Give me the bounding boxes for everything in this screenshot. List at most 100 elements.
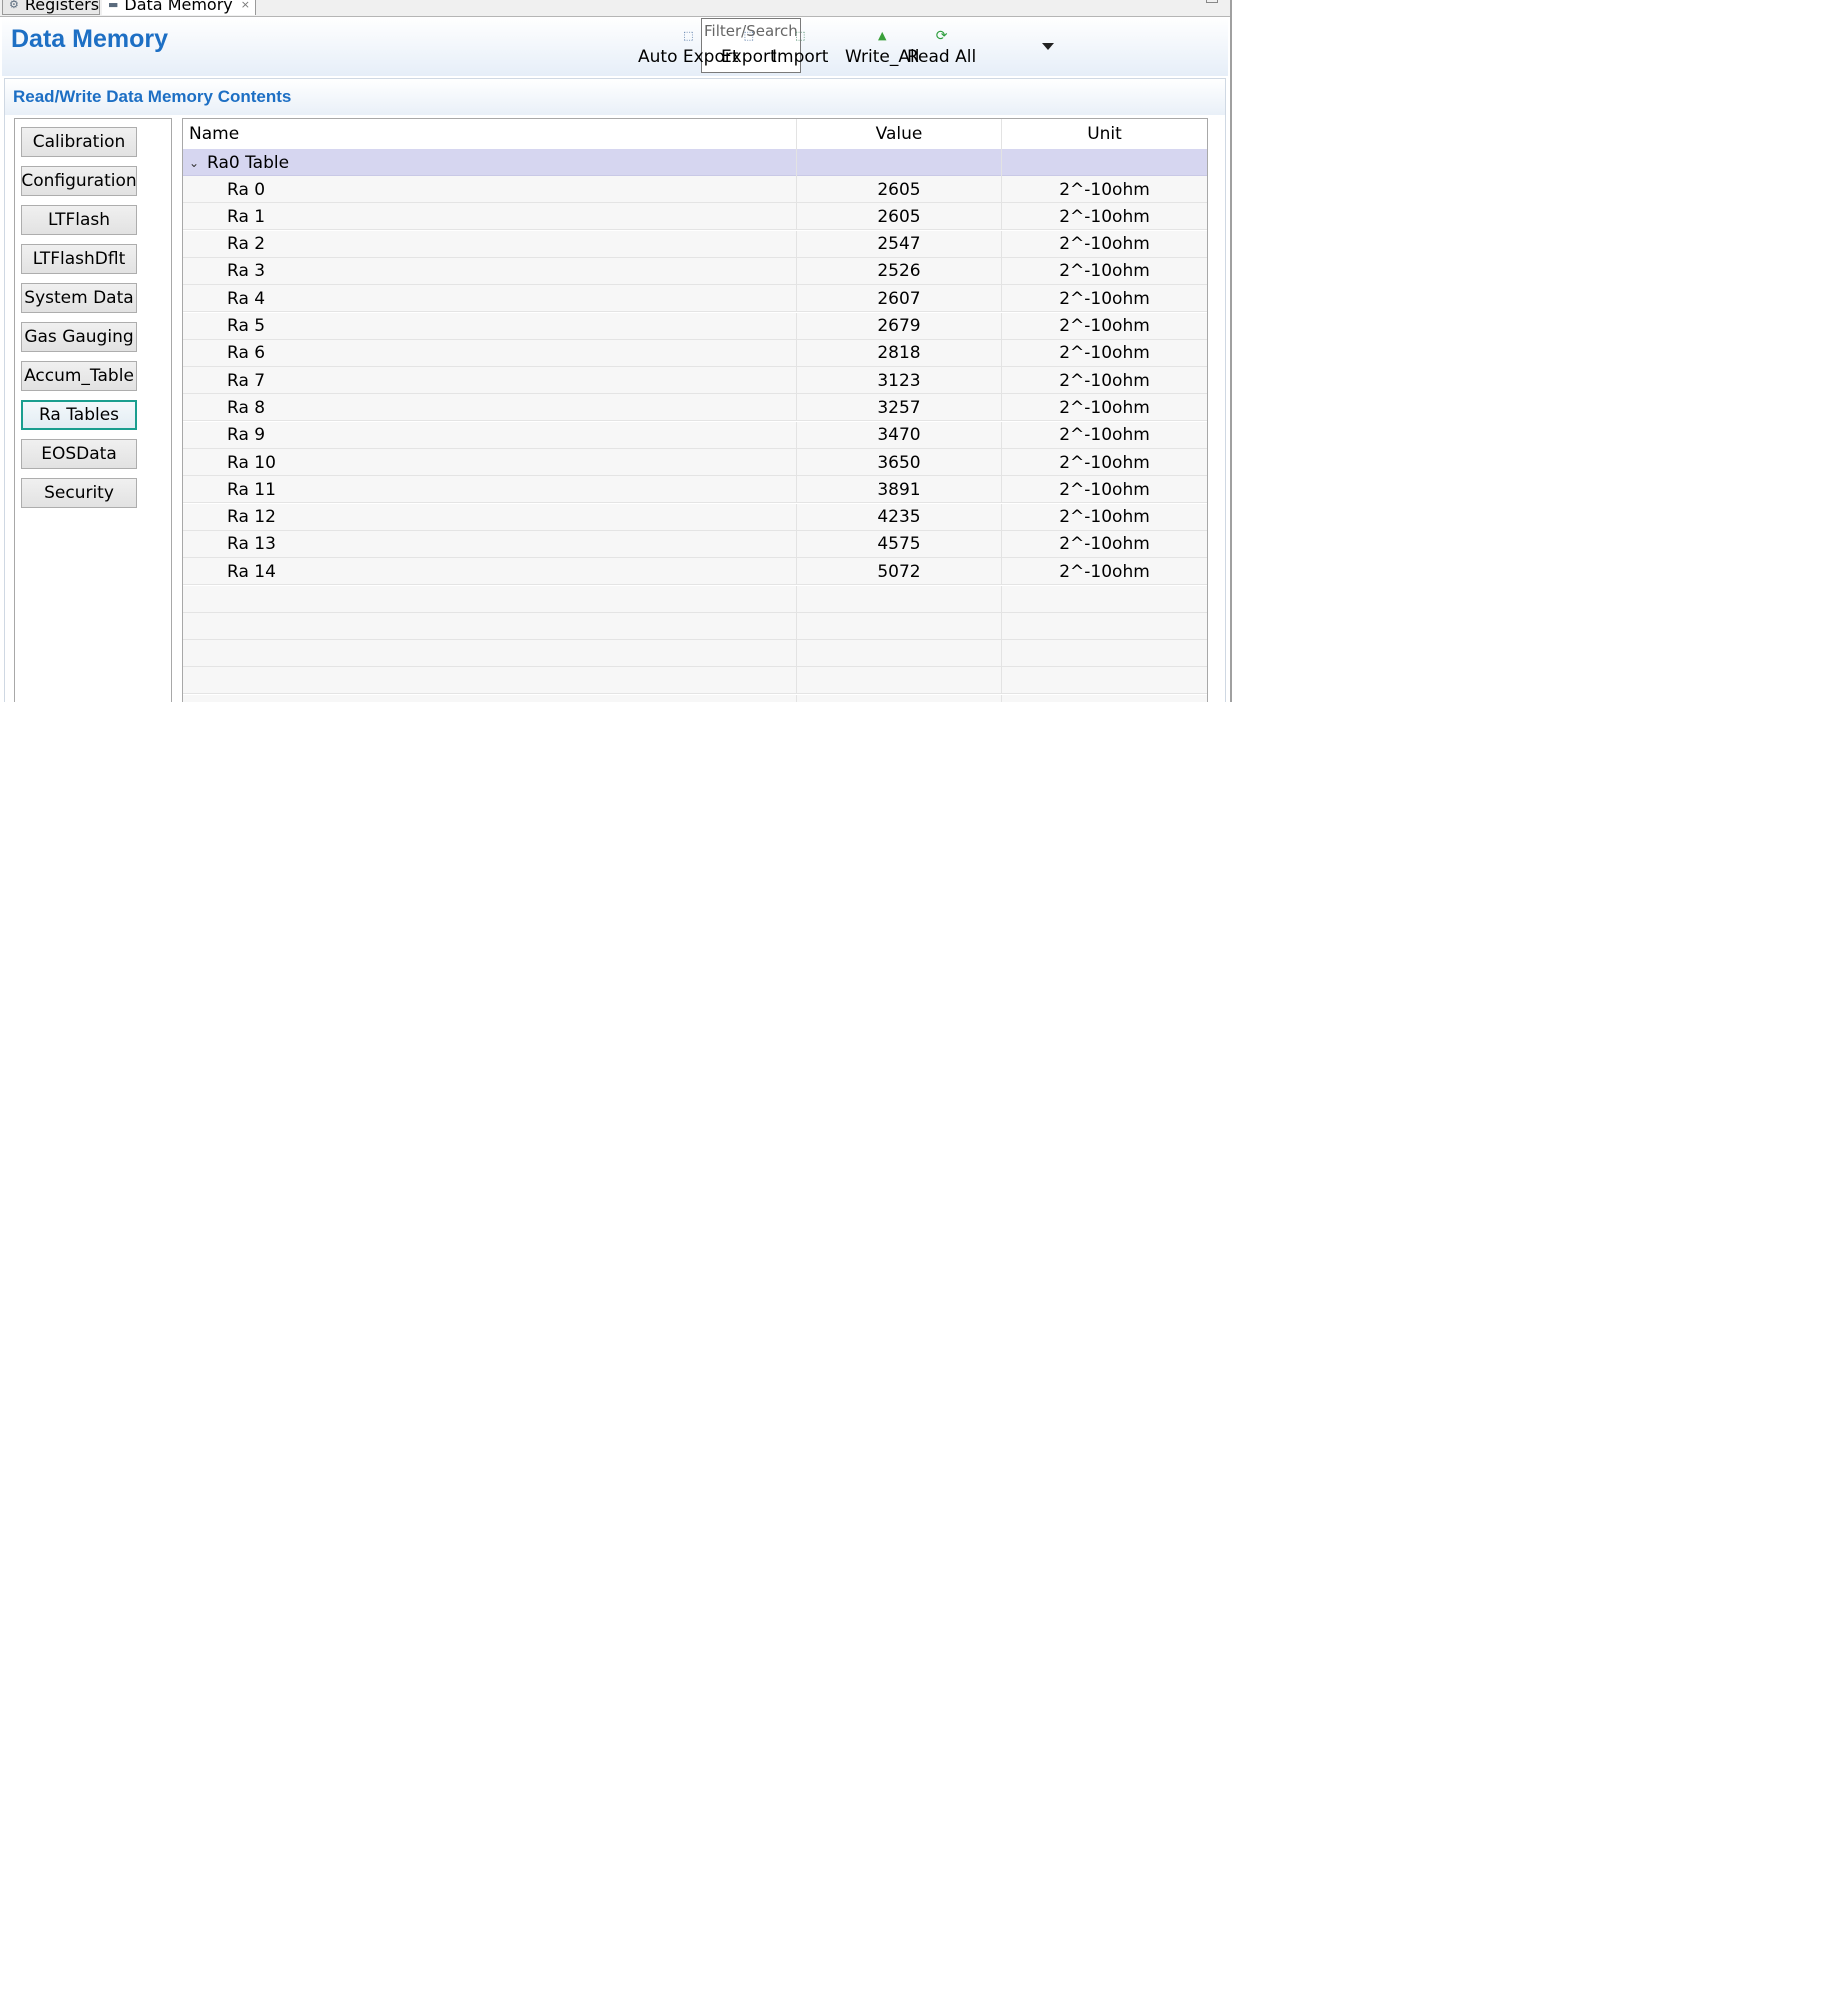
import-icon: ⬚ [795,29,806,42]
empty-cell [797,694,1002,702]
name-cell: Ra 3 [183,257,797,285]
sidebar-item-ltflash[interactable]: LTFlash [21,205,137,235]
empty-cell [183,694,797,702]
empty-cell [1002,613,1207,640]
read-all-button[interactable]: ⟳ Read All [907,23,976,67]
empty-row [183,667,1207,695]
name-cell: Ra 2 [183,230,797,258]
empty-cell [797,667,1002,695]
column-header-name[interactable]: Name [183,119,797,149]
empty-cell [183,612,797,640]
table-row[interactable]: Ra 13 4575 2^-10ohm [183,530,1207,558]
sidebar-item-system-data[interactable]: System Data [21,283,137,313]
name-cell: Ra 0 [183,176,797,203]
view-header: Data Memory Filter/Search ⬚ Auto Export … [2,17,1228,76]
empty-cell [1002,586,1207,613]
empty-row [183,612,1207,640]
empty-cell [797,640,1002,668]
unit-cell: 2^-10ohm [1059,452,1150,473]
close-icon[interactable]: × [241,0,250,11]
section-title: Read/Write Data Memory Contents [13,87,292,106]
export-button[interactable]: ⬚ Export [721,23,777,68]
value-cell[interactable]: 3123 [797,367,1002,395]
unit-cell: 2^-10ohm [1059,397,1150,418]
column-header-value[interactable]: Value [797,119,1002,149]
tab-data-memory[interactable]: ▬ Data Memory × [102,0,256,15]
table-row[interactable]: Ra 8 3257 2^-10ohm [183,394,1207,422]
page-title: Data Memory [11,25,168,53]
column-header-unit[interactable]: Unit [1002,119,1207,149]
import-button[interactable]: ⬚ Import [772,23,829,68]
name-cell: Ra 11 [183,476,797,504]
auto-export-icon: ⬚ [683,29,694,42]
value-cell[interactable]: 2605 [797,176,1002,203]
sidebar-item-ra-tables[interactable]: Ra Tables [21,400,137,430]
unit-cell: 2^-10ohm [1059,316,1150,336]
value-cell[interactable]: 4235 [797,503,1002,531]
table-row[interactable]: Ra 1 2605 2^-10ohm [183,203,1207,231]
unit-cell: 2^-10ohm [1059,561,1150,582]
import-dropdown-arrow-icon[interactable] [1042,43,1054,50]
value-cell[interactable]: 3257 [797,394,1002,422]
memory-icon: ▬ [108,0,119,11]
group-name-cell: ⌄ Ra0 Table [183,149,797,176]
unit-cell: 2^-10ohm [1059,261,1150,282]
unit-cell: 2^-10ohm [1059,206,1150,227]
table-row[interactable]: Ra 12 4235 2^-10ohm [183,503,1207,531]
table-row[interactable]: Ra 0 2605 2^-10ohm [183,176,1207,203]
sidebar-item-accum-table[interactable]: Accum_Table [21,361,137,391]
name-cell: Ra 8 [183,394,797,422]
export-icon: ⬚ [743,29,755,42]
name-cell: Ra 14 [183,558,797,586]
section-header: Read/Write Data Memory Contents [5,79,1225,115]
unit-cell: 2^-10ohm [1059,425,1150,446]
empty-cell [183,640,797,668]
table-row[interactable]: Ra 6 2818 2^-10ohm [183,339,1207,367]
minimize-icon[interactable] [1206,0,1218,3]
name-cell: Ra 6 [183,339,797,367]
name-cell: Ra 13 [183,530,797,558]
table-row[interactable]: Ra 3 2526 2^-10ohm [183,257,1207,285]
value-cell[interactable]: 2547 [797,230,1002,258]
empty-cell [1002,640,1207,667]
unit-cell: 2^-10ohm [1059,534,1150,555]
table-row[interactable]: Ra 2 2547 2^-10ohm [183,230,1207,258]
sidebar-item-calibration[interactable]: Calibration [21,127,137,157]
value-cell[interactable]: 4575 [797,530,1002,558]
table-row[interactable]: Ra 11 3891 2^-10ohm [183,476,1207,504]
unit-cell: 2^-10ohm [1059,370,1150,391]
value-cell[interactable]: 2679 [797,312,1002,340]
value-cell[interactable]: 3891 [797,476,1002,504]
table-row[interactable]: Ra 9 3470 2^-10ohm [183,421,1207,449]
chevron-down-icon[interactable]: ⌄ [189,156,207,170]
unit-cell: 2^-10ohm [1059,343,1150,364]
import-label: Import [772,47,829,67]
sidebar-item-eosdata[interactable]: EOSData [21,439,137,469]
name-cell: Ra 1 [183,203,797,231]
empty-cell [797,612,1002,640]
sidebar-item-ltflashdflt[interactable]: LTFlashDflt [21,244,137,274]
tab-registers[interactable]: ⚙ Registers [2,0,100,15]
table-group-row[interactable]: ⌄ Ra0 Table [183,149,1207,176]
table-row[interactable]: Ra 7 3123 2^-10ohm [183,367,1207,395]
sidebar-item-security[interactable]: Security [21,478,137,508]
value-cell[interactable]: 2605 [797,203,1002,231]
value-cell[interactable]: 3470 [797,421,1002,449]
refresh-icon: ⟳ [935,28,948,44]
value-cell[interactable]: 2607 [797,285,1002,313]
name-cell: Ra 7 [183,367,797,395]
sidebar-item-gas-gauging[interactable]: Gas Gauging [21,322,137,352]
table-row[interactable]: Ra 10 3650 2^-10ohm [183,449,1207,476]
value-cell[interactable]: 3650 [797,449,1002,476]
table-row[interactable]: Ra 5 2679 2^-10ohm [183,312,1207,340]
empty-row [183,585,1207,613]
group-value-cell [797,149,1002,176]
sidebar-item-configuration[interactable]: Configuration [21,166,137,196]
empty-row [183,640,1207,668]
empty-cell [1002,695,1207,702]
value-cell[interactable]: 2818 [797,339,1002,367]
value-cell[interactable]: 5072 [797,558,1002,586]
value-cell[interactable]: 2526 [797,257,1002,285]
table-row[interactable]: Ra 14 5072 2^-10ohm [183,558,1207,586]
table-row[interactable]: Ra 4 2607 2^-10ohm [183,285,1207,313]
